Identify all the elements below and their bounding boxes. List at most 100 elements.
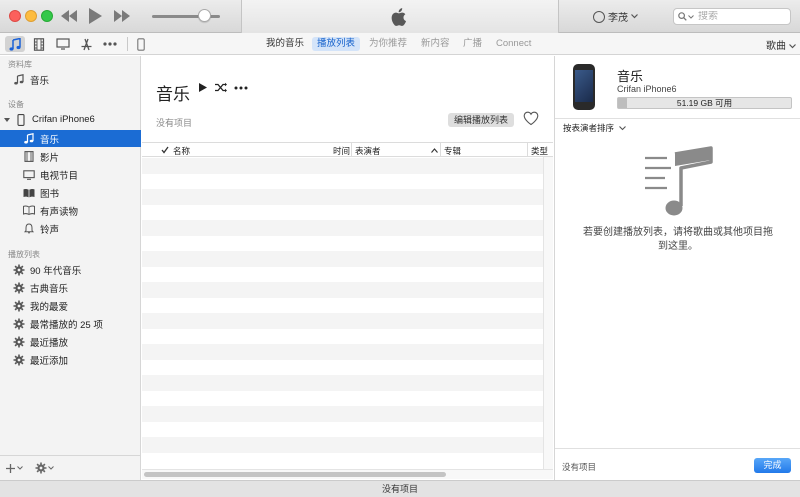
movies-media-button[interactable] — [29, 36, 49, 52]
music-media-button[interactable] — [5, 36, 25, 52]
table-row — [142, 313, 543, 329]
view-sort-dropdown[interactable]: 歌曲 — [766, 37, 796, 52]
close-window-button[interactable] — [9, 10, 21, 22]
sidebar-item-audiobooks[interactable]: 有声读物 — [0, 202, 141, 219]
device-button[interactable] — [131, 36, 151, 52]
empty-playlist-message: 若要创建播放列表，请将歌曲或其他项目拖到这里。 — [583, 227, 773, 252]
column-genre[interactable]: 类型 — [531, 145, 548, 157]
sidebar-item-label: 有声读物 — [40, 206, 79, 218]
sidebar-item-movies[interactable]: 影片 — [0, 148, 141, 165]
table-header: 名称 时间 表演者 专辑 类型 — [142, 142, 553, 157]
gear-icon — [12, 336, 26, 348]
search-field[interactable] — [673, 8, 791, 25]
gear-icon[interactable] — [35, 462, 54, 474]
panel-title: 音乐 — [617, 69, 644, 84]
table-row — [142, 267, 543, 283]
table-row — [142, 375, 543, 391]
horizontal-scroll-thumb[interactable] — [144, 472, 446, 477]
column-divider — [527, 143, 528, 156]
table-row — [142, 174, 543, 190]
sort-ascending-icon[interactable] — [431, 148, 438, 153]
tab-radio[interactable]: 广播 — [458, 37, 487, 51]
iphone-image — [573, 64, 595, 110]
sidebar-item-device-music[interactable]: 音乐 — [0, 130, 141, 147]
music-note-icon — [22, 133, 36, 145]
tab-connect[interactable]: Connect — [491, 37, 536, 51]
sort-by-dropdown[interactable]: 按表演者排序 — [563, 122, 627, 134]
sidebar-item-label: 我的最爱 — [30, 301, 69, 313]
sidebar-item-playlist[interactable]: 90 年代音乐 — [0, 261, 141, 278]
more-media-button[interactable] — [100, 36, 120, 52]
play-icon[interactable] — [198, 82, 208, 93]
device-name: Crifan iPhone6 — [32, 114, 95, 125]
more-icon[interactable] — [234, 86, 248, 90]
storage-available: 51.19 GB 可用 — [676, 98, 733, 108]
sidebar-item-playlist[interactable]: 最近添加 — [0, 351, 141, 368]
sidebar-item-device[interactable]: Crifan iPhone6 — [0, 111, 141, 128]
horizontal-scrollbar[interactable] — [142, 469, 553, 479]
fast-forward-icon[interactable] — [113, 6, 131, 31]
heart-icon[interactable] — [523, 111, 539, 126]
tv-media-button[interactable] — [53, 36, 73, 52]
sidebar-item-library-music[interactable]: 音乐 — [0, 71, 141, 88]
gear-icon — [12, 354, 26, 366]
devices-header: 设备 — [8, 100, 24, 109]
sidebar-item-ringtones[interactable]: 铃声 — [0, 220, 141, 237]
chevron-down-icon — [788, 44, 796, 49]
table-row — [142, 220, 543, 236]
table-row — [142, 391, 543, 407]
sidebar-item-playlist[interactable]: 我的最爱 — [0, 297, 141, 314]
column-name[interactable]: 名称 — [173, 145, 190, 157]
column-album[interactable]: 专辑 — [444, 145, 461, 157]
account-menu[interactable]: 李茂 — [593, 9, 638, 24]
tab-for-you[interactable]: 为你推荐 — [364, 37, 412, 51]
column-divider — [440, 143, 441, 156]
table-row — [142, 344, 543, 360]
sidebar-item-label: 影片 — [40, 152, 60, 164]
sidebar-item-tv-shows[interactable]: 电视节目 — [0, 166, 141, 183]
user-icon — [593, 10, 605, 23]
add-icon[interactable] — [5, 463, 23, 474]
apps-media-button[interactable] — [76, 36, 96, 52]
rewind-icon[interactable] — [60, 6, 78, 31]
zoom-window-button[interactable] — [41, 10, 53, 22]
title-bar: 李茂 — [0, 0, 800, 33]
sidebar-item-playlist[interactable]: 最近播放 — [0, 333, 141, 350]
play-icon[interactable] — [87, 6, 103, 31]
search-input[interactable] — [698, 11, 778, 22]
table-row — [142, 189, 543, 205]
gear-icon — [12, 300, 26, 312]
edit-playlist-button[interactable]: 编辑播放列表 — [448, 113, 515, 127]
sidebar-item-books[interactable]: 图书 — [0, 184, 141, 201]
checkmark-icon[interactable] — [161, 146, 169, 154]
minimize-window-button[interactable] — [25, 10, 37, 22]
sidebar-item-playlist[interactable]: 最常播放的 25 项 — [0, 315, 141, 332]
volume-knob[interactable] — [198, 9, 211, 22]
sidebar-item-label: 音乐 — [30, 75, 50, 87]
storage-bar: 51.19 GB 可用 — [617, 97, 792, 109]
sidebar-item-label: 最近添加 — [30, 355, 69, 367]
column-time[interactable]: 时间 — [333, 145, 350, 157]
column-artist[interactable]: 表演者 — [355, 145, 381, 157]
search-options-chevron-icon — [688, 14, 694, 19]
tab-new[interactable]: 新内容 — [416, 37, 455, 51]
gear-icon — [12, 282, 26, 294]
done-button[interactable]: 完成 — [754, 458, 791, 473]
audiobook-icon — [22, 205, 36, 217]
shuffle-icon[interactable] — [214, 82, 228, 93]
disclosure-triangle-icon[interactable] — [4, 117, 10, 123]
tab-playlists[interactable]: 播放列表 — [312, 37, 361, 51]
vertical-scrollbar[interactable] — [543, 157, 553, 469]
panel-footer-label: 没有项目 — [562, 462, 597, 472]
playlist-placeholder-icon — [645, 146, 713, 216]
tab-my-music[interactable]: 我的音乐 — [261, 37, 309, 51]
song-list[interactable] — [142, 158, 543, 468]
playlist-panel: 音乐 Crifan iPhone6 51.19 GB 可用 按表演者排序 若要创… — [554, 56, 800, 480]
tv-icon — [22, 169, 36, 181]
app-store-icon — [81, 38, 91, 50]
music-note-icon — [12, 74, 26, 86]
table-row — [142, 251, 543, 267]
lcd-display — [241, 0, 559, 33]
sidebar-item-playlist[interactable]: 古典音乐 — [0, 279, 141, 296]
sidebar-item-label: 90 年代音乐 — [30, 265, 82, 277]
